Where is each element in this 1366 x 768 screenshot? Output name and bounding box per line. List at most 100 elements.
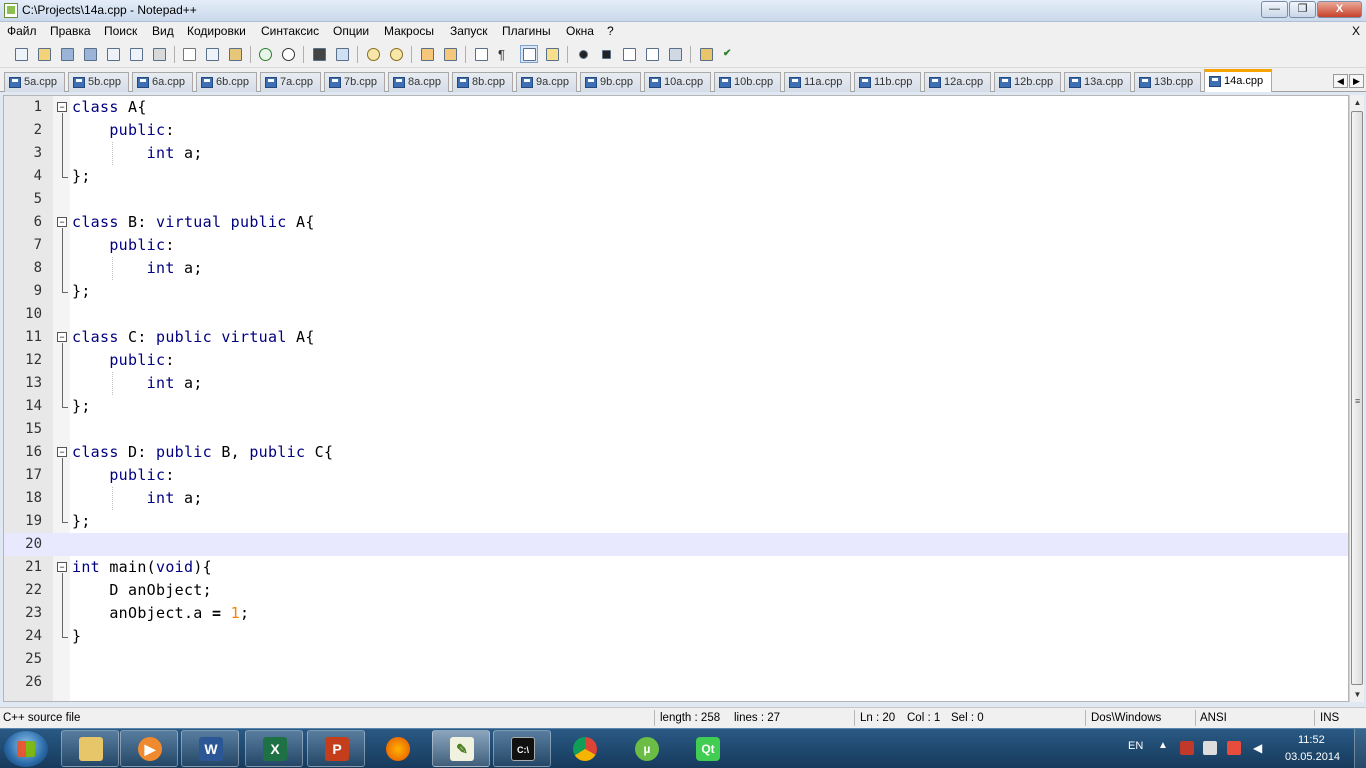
code-line[interactable]: 5 <box>4 188 1348 211</box>
show-all-characters-icon[interactable]: ¶ <box>495 45 513 63</box>
menu-file[interactable]: Файл <box>7 24 37 38</box>
show-hidden-icons-icon[interactable]: ▲ <box>1158 740 1168 751</box>
chrome-taskbar-button[interactable] <box>567 732 603 766</box>
new-file-icon[interactable] <box>12 45 30 63</box>
tab-11b[interactable]: 11b.cpp <box>854 72 921 92</box>
language-indicator[interactable]: EN <box>1128 740 1143 752</box>
sync-horizontal-icon[interactable] <box>441 45 459 63</box>
code-line[interactable]: 23 anObject.a = 1; <box>4 602 1348 625</box>
tab-scroll-left-button[interactable]: ◀ <box>1333 74 1348 88</box>
tray-app-icon[interactable] <box>1180 741 1194 755</box>
menu-plugins[interactable]: Плагины <box>502 24 551 38</box>
encoding-label[interactable]: ANSI <box>1200 712 1227 724</box>
code-line[interactable]: 3 int a; <box>4 142 1348 165</box>
code-line[interactable]: 24 } <box>4 625 1348 648</box>
code-line[interactable]: 12 public: <box>4 349 1348 372</box>
show-desktop-button[interactable] <box>1354 729 1366 768</box>
code-line[interactable]: 18 int a; <box>4 487 1348 510</box>
run-macro-multiple-icon[interactable] <box>643 45 661 63</box>
tab-12b[interactable]: 12b.cpp <box>994 72 1061 92</box>
find-icon[interactable] <box>310 45 328 63</box>
menu-encoding[interactable]: Кодировки <box>187 24 246 38</box>
tab-8a[interactable]: 8a.cpp <box>388 72 449 92</box>
save-icon[interactable] <box>58 45 76 63</box>
tab-10a[interactable]: 10a.cpp <box>644 72 711 92</box>
media-player-taskbar-button[interactable]: ▶ <box>120 730 178 767</box>
fold-toggle-icon[interactable]: − <box>57 562 67 572</box>
menu-search[interactable]: Поиск <box>104 24 137 38</box>
code-line[interactable]: 2 public: <box>4 119 1348 142</box>
menu-macros[interactable]: Макросы <box>384 24 434 38</box>
code-line[interactable]: 6 − class B: virtual public A{ <box>4 211 1348 234</box>
code-line[interactable]: 21 − int main(void){ <box>4 556 1348 579</box>
plugin-icon[interactable] <box>697 45 715 63</box>
utorrent-taskbar-button[interactable]: µ <box>629 732 665 766</box>
tab-7b[interactable]: 7b.cpp <box>324 72 385 92</box>
record-macro-icon[interactable] <box>574 45 592 63</box>
open-file-icon[interactable] <box>35 45 53 63</box>
maximize-button[interactable]: ❐ <box>1289 1 1316 18</box>
firefox-taskbar-button[interactable] <box>380 732 416 766</box>
eol-format-label[interactable]: Dos\Windows <box>1091 712 1161 724</box>
current-line[interactable]: 20 <box>4 533 1348 556</box>
user-language-icon[interactable] <box>543 45 561 63</box>
code-line[interactable]: 15 <box>4 418 1348 441</box>
scrollbar-thumb[interactable]: ≡ <box>1351 111 1363 685</box>
qt-creator-taskbar-button[interactable]: Qt <box>690 732 726 766</box>
code-line[interactable]: 4 }; <box>4 165 1348 188</box>
menu-help[interactable]: ? <box>607 24 614 38</box>
menu-view[interactable]: Вид <box>152 24 174 38</box>
menu-run[interactable]: Запуск <box>450 24 488 38</box>
code-line[interactable]: 17 public: <box>4 464 1348 487</box>
print-icon[interactable] <box>150 45 168 63</box>
code-line[interactable]: 14 }; <box>4 395 1348 418</box>
cmd-taskbar-button[interactable]: C:\ <box>493 730 551 767</box>
spell-check-icon[interactable]: ✔ <box>720 45 738 63</box>
save-macro-icon[interactable] <box>666 45 684 63</box>
scroll-down-arrow-icon[interactable]: ▼ <box>1350 687 1365 702</box>
save-all-icon[interactable] <box>81 45 99 63</box>
excel-taskbar-button[interactable]: X <box>245 730 303 767</box>
code-line[interactable]: 7 public: <box>4 234 1348 257</box>
tab-9b[interactable]: 9b.cpp <box>580 72 641 92</box>
menu-syntax[interactable]: Синтаксис <box>261 24 319 38</box>
undo-icon[interactable] <box>256 45 274 63</box>
menu-options[interactable]: Опции <box>333 24 369 38</box>
tab-7a[interactable]: 7a.cpp <box>260 72 321 92</box>
code-line[interactable]: 11 − class C: public virtual A{ <box>4 326 1348 349</box>
tab-13b[interactable]: 13b.cpp <box>1134 72 1201 92</box>
tab-6b[interactable]: 6b.cpp <box>196 72 257 92</box>
minimize-button[interactable]: — <box>1261 1 1288 18</box>
clock-date[interactable]: 03.05.2014 <box>1285 751 1340 763</box>
close-file-icon[interactable] <box>104 45 122 63</box>
paste-icon[interactable] <box>226 45 244 63</box>
menu-edit[interactable]: Правка <box>50 24 91 38</box>
code-editor[interactable]: 1 − class A{ 2 public: 3 int a; 4 }; 5 6… <box>3 95 1349 702</box>
start-button[interactable] <box>4 731 48 767</box>
powerpoint-taskbar-button[interactable]: P <box>307 730 365 767</box>
cut-icon[interactable] <box>180 45 198 63</box>
tab-11a[interactable]: 11a.cpp <box>784 72 851 92</box>
tab-10b[interactable]: 10b.cpp <box>714 72 781 92</box>
tab-5b[interactable]: 5b.cpp <box>68 72 129 92</box>
code-line[interactable]: 13 int a; <box>4 372 1348 395</box>
tab-8b[interactable]: 8b.cpp <box>452 72 513 92</box>
word-wrap-icon[interactable] <box>472 45 490 63</box>
network-icon[interactable] <box>1227 741 1241 755</box>
stop-macro-icon[interactable] <box>597 45 615 63</box>
vertical-scrollbar[interactable]: ▲ ≡ ▼ <box>1349 95 1364 702</box>
zoom-in-icon[interactable] <box>364 45 382 63</box>
play-macro-icon[interactable] <box>620 45 638 63</box>
code-line[interactable]: 10 <box>4 303 1348 326</box>
menu-windows[interactable]: Окна <box>566 24 594 38</box>
fold-toggle-icon[interactable]: − <box>57 217 67 227</box>
scroll-up-arrow-icon[interactable]: ▲ <box>1350 95 1365 110</box>
fold-toggle-icon[interactable]: − <box>57 332 67 342</box>
tab-6a[interactable]: 6a.cpp <box>132 72 193 92</box>
tab-9a[interactable]: 9a.cpp <box>516 72 577 92</box>
word-taskbar-button[interactable]: W <box>181 730 239 767</box>
code-line[interactable]: 1 − class A{ <box>4 96 1348 119</box>
code-line[interactable]: 19 }; <box>4 510 1348 533</box>
tab-12a[interactable]: 12a.cpp <box>924 72 991 92</box>
code-line[interactable]: 22 D anObject; <box>4 579 1348 602</box>
